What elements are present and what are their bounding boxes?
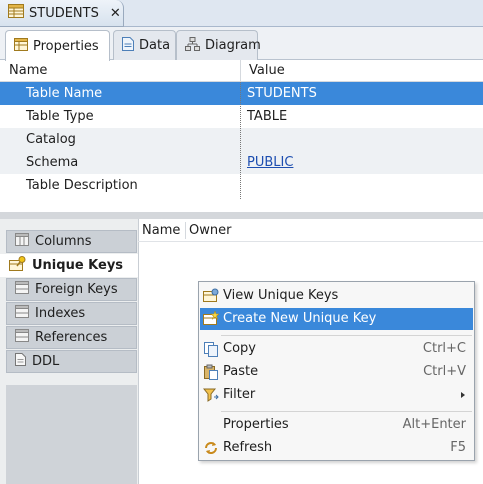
paste-icon xyxy=(203,364,219,380)
tab-properties-label: Properties xyxy=(33,38,99,54)
context-menu: View Unique Keys Create New Unique Key C… xyxy=(198,281,475,461)
property-name: Table Description xyxy=(26,178,138,193)
close-icon[interactable]: ✕ xyxy=(110,7,121,20)
foreign-key-icon xyxy=(15,281,29,298)
editor-tab-label: STUDENTS xyxy=(29,5,99,21)
side-tab-ddl[interactable]: DDL xyxy=(6,350,137,373)
property-value: TABLE xyxy=(247,109,288,124)
property-name: Catalog xyxy=(26,132,76,147)
document-icon xyxy=(15,353,26,370)
tab-diagram[interactable]: Diagram xyxy=(176,30,261,60)
property-row-table-name[interactable]: Table Name STUDENTS xyxy=(0,82,483,105)
side-tab-label: Foreign Keys xyxy=(35,282,118,297)
unique-key-icon xyxy=(9,256,26,275)
menu-separator xyxy=(221,335,472,336)
menu-item-filter[interactable]: Filter xyxy=(200,384,473,406)
diagram-icon xyxy=(185,36,200,55)
side-tab-foreign-keys[interactable]: Foreign Keys xyxy=(6,278,137,301)
property-row-table-type[interactable]: Table Type TABLE xyxy=(0,105,483,128)
side-tab-label: References xyxy=(35,330,108,345)
side-tab-columns[interactable]: Columns xyxy=(6,230,137,253)
menu-item-label: Properties xyxy=(223,417,289,432)
property-row-schema[interactable]: Schema PUBLIC xyxy=(0,151,483,174)
side-tab-references[interactable]: References xyxy=(6,326,137,349)
editor-tab-students[interactable]: STUDENTS ✕ xyxy=(0,0,124,27)
view-keys-icon xyxy=(203,288,219,304)
menu-item-label: Refresh xyxy=(223,440,273,455)
submenu-arrow-icon xyxy=(461,392,465,398)
schema-link[interactable]: PUBLIC xyxy=(247,151,293,174)
table-icon xyxy=(14,37,28,55)
menu-item-label: View Unique Keys xyxy=(223,288,339,303)
menu-item-shortcut: Ctrl+V xyxy=(423,364,466,379)
menu-item-shortcut: Ctrl+C xyxy=(422,341,466,356)
tab-properties[interactable]: Properties xyxy=(5,30,110,61)
property-name: Table Name xyxy=(26,86,103,101)
menu-item-paste[interactable]: Paste Ctrl+V xyxy=(200,361,473,383)
properties-table-header: Name Value xyxy=(0,60,483,82)
tab-data[interactable]: Data xyxy=(113,30,176,60)
menu-item-copy[interactable]: Copy Ctrl+C xyxy=(200,338,473,360)
side-tab-label: DDL xyxy=(32,354,60,369)
column-header-owner[interactable]: Owner xyxy=(189,219,231,242)
property-value: STUDENTS xyxy=(247,86,317,101)
column-header-value[interactable]: Value xyxy=(240,60,285,82)
property-name: Schema xyxy=(26,155,79,170)
property-row-table-description[interactable]: Table Description xyxy=(0,174,483,197)
side-tab-label: Unique Keys xyxy=(32,258,124,273)
refresh-icon xyxy=(203,440,219,456)
references-icon xyxy=(15,329,29,346)
column-header-name[interactable]: Name xyxy=(142,219,180,242)
unique-keys-table-header: Name Owner xyxy=(138,219,483,242)
menu-item-properties[interactable]: Properties Alt+Enter xyxy=(200,414,473,436)
side-tabs-background xyxy=(6,385,137,484)
table-icon xyxy=(8,4,24,22)
menu-item-refresh[interactable]: Refresh F5 xyxy=(200,437,473,459)
tab-diagram-label: Diagram xyxy=(205,38,261,53)
columns-icon xyxy=(15,233,29,250)
property-column-divider xyxy=(240,82,241,199)
create-key-icon xyxy=(203,310,220,327)
menu-item-view-unique-keys[interactable]: View Unique Keys xyxy=(200,285,473,307)
side-tab-unique-keys[interactable]: Unique Keys xyxy=(0,254,138,277)
filter-icon xyxy=(202,387,219,403)
menu-item-label: Copy xyxy=(223,341,256,356)
menu-item-label: Filter xyxy=(223,387,256,402)
menu-item-label: Paste xyxy=(223,364,259,379)
document-icon xyxy=(122,36,134,55)
tab-data-label: Data xyxy=(139,38,171,53)
side-tab-label: Columns xyxy=(35,234,92,249)
panel-splitter[interactable] xyxy=(0,212,483,219)
menu-item-create-new-unique-key[interactable]: Create New Unique Key xyxy=(200,308,473,330)
column-divider[interactable] xyxy=(185,222,186,239)
side-tab-indexes[interactable]: Indexes xyxy=(6,302,137,325)
property-row-catalog[interactable]: Catalog xyxy=(0,128,483,151)
index-icon xyxy=(15,305,29,322)
copy-icon xyxy=(203,341,219,357)
menu-item-shortcut: F5 xyxy=(450,440,466,455)
menu-item-label: Create New Unique Key xyxy=(223,311,377,326)
column-header-name[interactable]: Name xyxy=(0,60,47,82)
menu-separator xyxy=(221,411,472,412)
side-tab-label: Indexes xyxy=(35,306,86,321)
menu-item-shortcut: Alt+Enter xyxy=(402,417,466,432)
property-name: Table Type xyxy=(26,109,94,124)
